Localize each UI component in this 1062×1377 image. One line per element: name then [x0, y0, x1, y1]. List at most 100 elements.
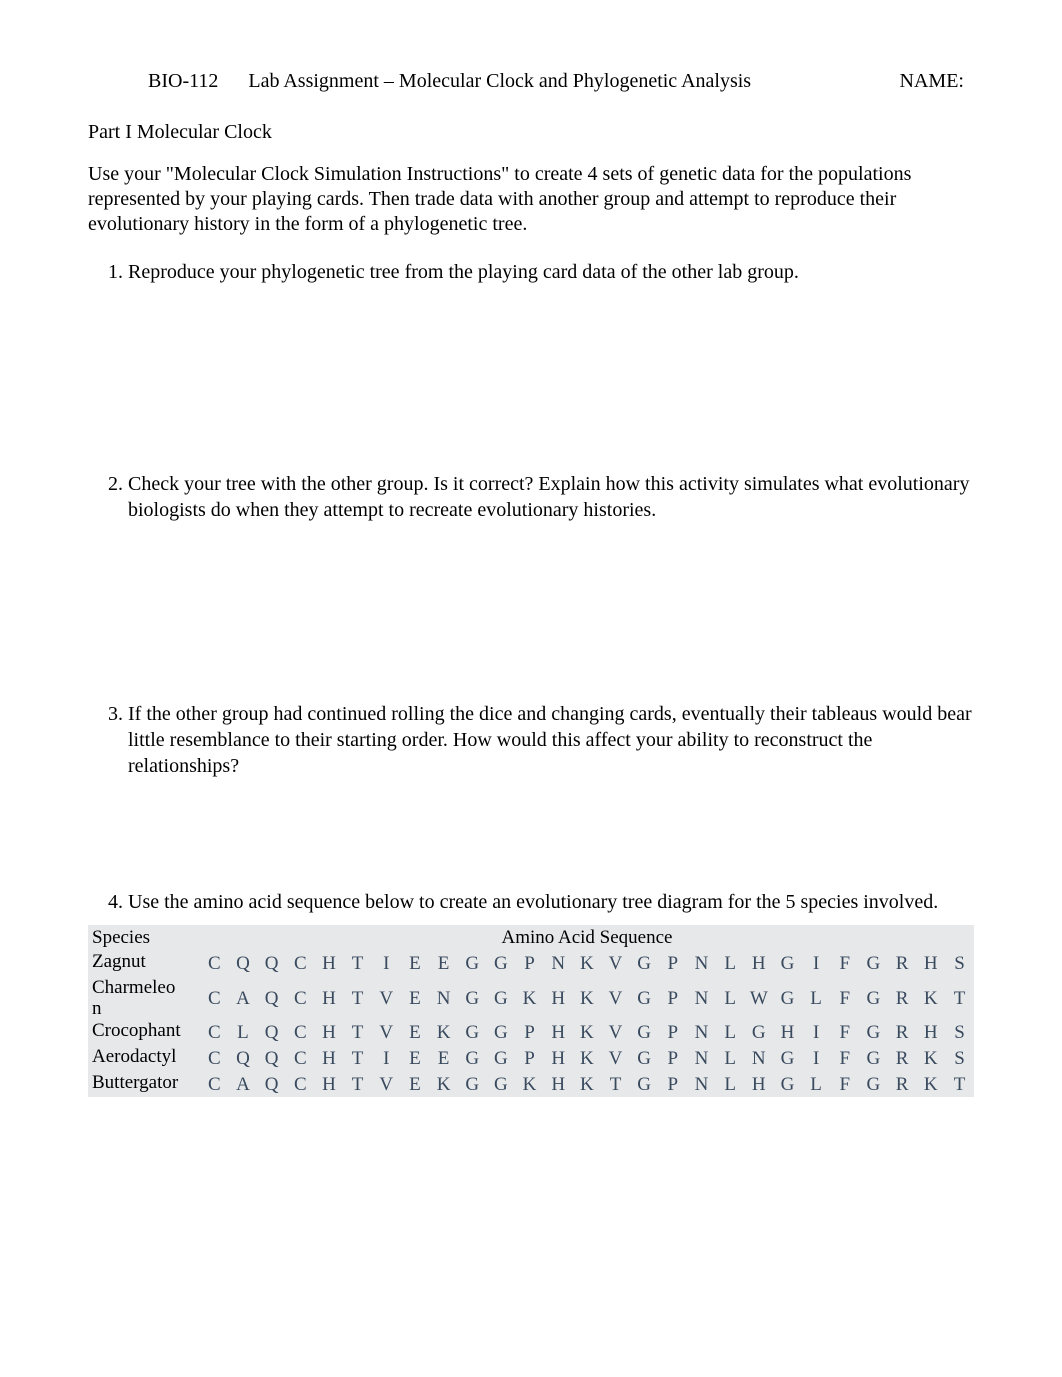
amino-acid-cell: N: [544, 951, 573, 977]
amino-acid-cell: H: [544, 1046, 573, 1072]
amino-acid-cell: P: [659, 1046, 688, 1072]
amino-acid-cell: Q: [257, 1046, 286, 1072]
amino-acid-cell: C: [200, 977, 229, 1021]
amino-acid-cell: N: [687, 1046, 716, 1072]
amino-acid-cell: F: [830, 1072, 859, 1098]
amino-acid-cell: G: [458, 1046, 487, 1072]
amino-acid-cell: L: [716, 1020, 745, 1046]
question-1-text: Reproduce your phylogenetic tree from th…: [128, 261, 799, 283]
document-page: BIO-112 Lab Assignment – Molecular Clock…: [0, 0, 1062, 1157]
amino-acid-cell: V: [601, 951, 630, 977]
amino-acid-cell: Q: [229, 951, 258, 977]
section-title: Part I Molecular Clock: [88, 121, 974, 144]
amino-acid-cell: G: [458, 1072, 487, 1098]
amino-acid-cell: T: [343, 951, 372, 977]
amino-acid-cell: G: [630, 977, 659, 1021]
amino-acid-cell: V: [372, 1072, 401, 1098]
table-row: ZagnutCQQCHTIEEGGPNKVGPNLHGIFGRHS: [88, 951, 974, 977]
amino-acid-cell: V: [372, 977, 401, 1021]
amino-acid-cell: C: [286, 951, 315, 977]
amino-acid-cell: G: [487, 1072, 516, 1098]
amino-acid-cell: R: [888, 977, 917, 1021]
document-header: BIO-112 Lab Assignment – Molecular Clock…: [88, 70, 974, 93]
amino-acid-cell: F: [830, 1020, 859, 1046]
amino-acid-cell: Q: [257, 977, 286, 1021]
amino-acid-cell: K: [916, 977, 945, 1021]
amino-acid-cell: G: [630, 1020, 659, 1046]
amino-acid-cell: K: [429, 1072, 458, 1098]
amino-acid-cell: P: [659, 1020, 688, 1046]
species-name-cell: Crocophant: [88, 1020, 200, 1046]
amino-acid-cell: K: [515, 977, 544, 1021]
amino-acid-cell: C: [286, 1046, 315, 1072]
amino-acid-cell: L: [716, 1072, 745, 1098]
amino-acid-cell: P: [659, 1072, 688, 1098]
amino-acid-cell: I: [802, 951, 831, 977]
amino-acid-cell: E: [401, 977, 430, 1021]
amino-acid-cell: G: [630, 1046, 659, 1072]
amino-acid-cell: N: [429, 977, 458, 1021]
amino-acid-cell: I: [372, 951, 401, 977]
amino-acid-cell: E: [401, 1072, 430, 1098]
sequence-column-header: Amino Acid Sequence: [200, 925, 974, 951]
amino-acid-cell: K: [573, 1020, 602, 1046]
amino-acid-cell: G: [773, 1072, 802, 1098]
amino-acid-cell: S: [945, 951, 974, 977]
amino-acid-cell: P: [659, 977, 688, 1021]
amino-acid-cell: T: [343, 1046, 372, 1072]
amino-acid-cell: I: [372, 1046, 401, 1072]
amino-acid-cell: H: [315, 1072, 344, 1098]
amino-acid-cell: F: [830, 1046, 859, 1072]
amino-acid-cell: H: [544, 1072, 573, 1098]
amino-acid-cell: Q: [229, 1046, 258, 1072]
answer-space-1: [128, 285, 974, 461]
amino-acid-cell: G: [859, 977, 888, 1021]
amino-acid-cell: P: [659, 951, 688, 977]
amino-acid-cell: H: [315, 1020, 344, 1046]
amino-acid-cell: G: [744, 1020, 773, 1046]
amino-acid-cell: T: [601, 1072, 630, 1098]
amino-acid-cell: H: [916, 1020, 945, 1046]
species-column-header: Species: [88, 925, 200, 951]
amino-acid-cell: Q: [257, 1020, 286, 1046]
amino-acid-cell: T: [343, 1072, 372, 1098]
amino-acid-cell: H: [773, 1020, 802, 1046]
amino-acid-cell: L: [716, 1046, 745, 1072]
amino-acid-cell: L: [802, 977, 831, 1021]
amino-acid-cell: I: [802, 1046, 831, 1072]
amino-acid-cell: A: [229, 977, 258, 1021]
species-name-cell: Aerodactyl: [88, 1046, 200, 1072]
question-4: Use the amino acid sequence below to cre…: [128, 889, 974, 915]
amino-acid-cell: E: [401, 1046, 430, 1072]
amino-acid-cell: C: [286, 1020, 315, 1046]
amino-acid-cell: C: [200, 1046, 229, 1072]
amino-acid-cell: G: [859, 1046, 888, 1072]
amino-acid-cell: H: [315, 1046, 344, 1072]
amino-acid-cell: G: [859, 951, 888, 977]
amino-acid-cell: L: [802, 1072, 831, 1098]
amino-acid-cell: C: [286, 977, 315, 1021]
amino-acid-cell: C: [200, 1020, 229, 1046]
amino-acid-cell: P: [515, 951, 544, 977]
amino-acid-cell: G: [630, 1072, 659, 1098]
amino-acid-cell: K: [916, 1046, 945, 1072]
table-row: CharmeleonCAQCHTVENGGKHKVGPNLWGLFGRKT: [88, 977, 974, 1021]
amino-acid-cell: S: [945, 1046, 974, 1072]
table-row: AerodactylCQQCHTIEEGGPHKVGPNLNGIFGRKS: [88, 1046, 974, 1072]
amino-acid-cell: K: [916, 1072, 945, 1098]
amino-acid-cell: T: [945, 977, 974, 1021]
amino-acid-cell: Q: [257, 1072, 286, 1098]
question-3-text: If the other group had continued rolling…: [128, 703, 972, 777]
question-2-text: Check your tree with the other group. Is…: [128, 473, 969, 521]
name-label: NAME:: [900, 70, 974, 93]
species-name-cell: Buttergator: [88, 1072, 200, 1098]
amino-acid-cell: L: [716, 977, 745, 1021]
question-3: If the other group had continued rolling…: [128, 701, 974, 879]
amino-acid-cell: G: [487, 977, 516, 1021]
amino-acid-cell: H: [916, 951, 945, 977]
amino-acid-cell: S: [945, 1020, 974, 1046]
amino-acid-cell: R: [888, 1046, 917, 1072]
amino-acid-cell: C: [200, 1072, 229, 1098]
amino-acid-cell: K: [573, 1072, 602, 1098]
sequence-table-container: Species Amino Acid Sequence ZagnutCQQCHT…: [88, 925, 974, 1097]
